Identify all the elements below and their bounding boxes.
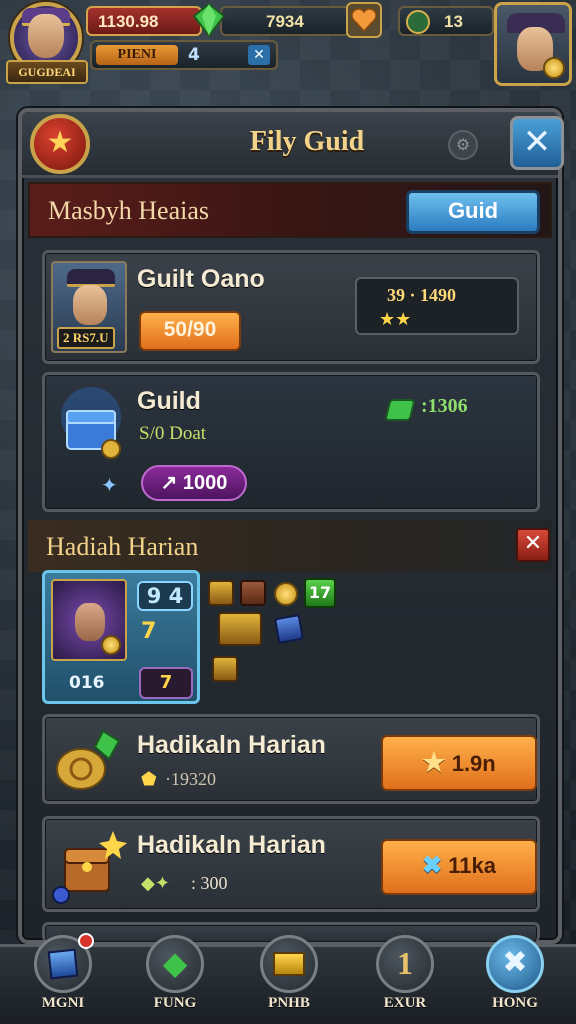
timer-count: 13 [444, 12, 463, 31]
hero-coin-icon [101, 635, 121, 655]
hero-card[interactable]: 9 4 7 016 7 [42, 570, 200, 704]
guild-card-title: Guilt Oano [137, 265, 265, 293]
hero-stat-d: 7 [139, 667, 193, 699]
guild-card-2[interactable]: Guild S/0 Doat ✦ ↗ 1000 :1306 [42, 372, 540, 512]
red-resource-value: 1130.98 [98, 12, 159, 31]
heart-icon[interactable] [346, 2, 382, 38]
gem-icon: ◆ [162, 944, 188, 982]
scroll-icon [56, 729, 121, 790]
nav-item-mgni[interactable]: MGNI [28, 933, 98, 1024]
player-avatar[interactable]: GUGDEAI [6, 0, 88, 88]
chest-icon [61, 387, 121, 459]
guild-card-2-gem-value: :1306 [421, 395, 468, 417]
panel-title: Fily Guid [249, 126, 365, 157]
crystal-icon: ✦ [101, 473, 118, 497]
guild-stat-line: 39 · 1490 [387, 285, 457, 305]
reward-cost: : 300 [191, 873, 228, 893]
level-tag: 2 RS7.U [57, 327, 115, 349]
nav-item-pnhb[interactable]: PNHB [254, 935, 324, 1024]
number-one-icon: 1 [397, 945, 413, 981]
loot-crate-icon [208, 580, 234, 606]
clock-icon [406, 10, 430, 34]
nav-label: MGNI [41, 995, 85, 1011]
reward-row[interactable]: Hadikaln Harian ⬟ ·19320 ★ 1.9n [42, 714, 540, 804]
reward-title: Hadikaln Harian [137, 731, 326, 759]
menu-label: PIENI [96, 45, 178, 65]
nav-item-fung[interactable]: ◆ FUNG [140, 935, 210, 1024]
shield-icon: ⬟ [141, 769, 157, 790]
avatar-face [28, 14, 64, 58]
gem-icon [192, 2, 226, 38]
timer-resource-bar[interactable]: 13 [398, 6, 494, 36]
nav-label: EXUR [383, 995, 427, 1011]
small-gem-icon [384, 399, 416, 421]
notification-badge [78, 933, 94, 949]
menu-bar[interactable]: PIENI 4 ✕ [90, 40, 278, 70]
menu-close-icon[interactable]: ✕ [248, 45, 270, 65]
hero-portrait [51, 579, 127, 661]
chest-icon [260, 935, 318, 993]
gem-count: 7934 [266, 12, 304, 31]
guild-card-2-title: Guild [137, 387, 201, 415]
guild-panel: ★ Fily Guid ⚙ ✕ Masbyh Heaias Guid 2 RS7… [18, 108, 564, 944]
hero-stat-c: 016 [69, 673, 105, 693]
guild-card[interactable]: 2 RS7.U Guilt Oano 50/90 39 · 1490 ★★ [42, 250, 540, 364]
guild-portrait: 2 RS7.U [51, 261, 127, 353]
reward-claim-button[interactable]: ✖ 11ka [381, 839, 537, 895]
hero-stat-b: 7 [141, 619, 157, 644]
loot-coin-icon [274, 582, 298, 606]
star-icon-small: ★ [422, 747, 446, 777]
reward-title: Hadikaln Harian [137, 831, 326, 859]
daily-close-icon[interactable]: ✕ [516, 528, 550, 562]
reward-claim-button[interactable]: ★ 1.9n [381, 735, 537, 791]
stars-icon: ★★ [379, 309, 412, 330]
cross-icon: ✖ [502, 945, 528, 980]
close-button[interactable]: ✕ [510, 116, 564, 170]
gem-resource-bar[interactable]: 7934 [220, 6, 350, 36]
nav-label: PNHB [268, 995, 310, 1011]
daily-rewards-title: Hadiah Harian [46, 532, 199, 561]
top-hud: GUGDEAI 1130.98 7934 13 PIENI 4 ✕ [0, 0, 576, 90]
loot-box-icon [240, 580, 266, 606]
rival-avatar[interactable] [494, 2, 572, 86]
guild-progress-pill[interactable]: 50/90 [139, 311, 241, 351]
loot-green-icon: 17 [304, 578, 336, 608]
hero-stat-a: 9 4 [137, 581, 193, 611]
guild-button[interactable]: Guid [406, 190, 540, 234]
loot-gold-pile-icon [218, 612, 262, 646]
nav-item-hong[interactable]: ✖ HONG [480, 935, 550, 1024]
guild-card-2-subtitle: S/0 Doat [139, 423, 207, 444]
red-resource-bar[interactable]: 1130.98 [86, 6, 202, 36]
reward-cost: ·19320 [165, 769, 216, 789]
guild-card-2-pill[interactable]: ↗ 1000 [141, 465, 247, 501]
guild-stats-box: 39 · 1490 ★★ [355, 277, 519, 335]
daily-rewards-header: Hadiah Harian ✕ [28, 520, 552, 572]
reward-row[interactable]: Hadikaln Harian ◆✦ : 300 ✖ 11ka [42, 816, 540, 912]
nav-label: FUNG [153, 995, 197, 1011]
settings-icon[interactable]: ⚙ [448, 130, 478, 160]
loot-small-crate-icon [212, 656, 238, 682]
star-icon[interactable]: ★ [30, 114, 90, 174]
portrait-face [73, 285, 107, 325]
treasure-chest-icon [52, 831, 127, 904]
menu-value: 4 [188, 45, 200, 65]
gem-cluster-icon: ◆✦ [141, 873, 170, 894]
nav-label: HONG [492, 995, 538, 1011]
panel-header: ★ Fily Guid ⚙ ✕ [22, 112, 564, 178]
cross-icon-small: ✖ [422, 852, 443, 879]
reward-claim-label: 11ka [448, 853, 496, 878]
player-name: GUGDEAI [6, 60, 88, 84]
reward-claim-label: 1.9n [451, 751, 496, 776]
section-title: Masbyh Heaias [48, 196, 210, 225]
bottom-nav: MGNI ◆ FUNG PNHB 1 EXUR ✖ HONG [0, 933, 576, 1024]
loot-blue-gem-icon [273, 613, 305, 645]
hero-face [75, 603, 105, 641]
nav-item-exur[interactable]: 1 EXUR [370, 935, 440, 1024]
coin-icon [543, 57, 565, 79]
